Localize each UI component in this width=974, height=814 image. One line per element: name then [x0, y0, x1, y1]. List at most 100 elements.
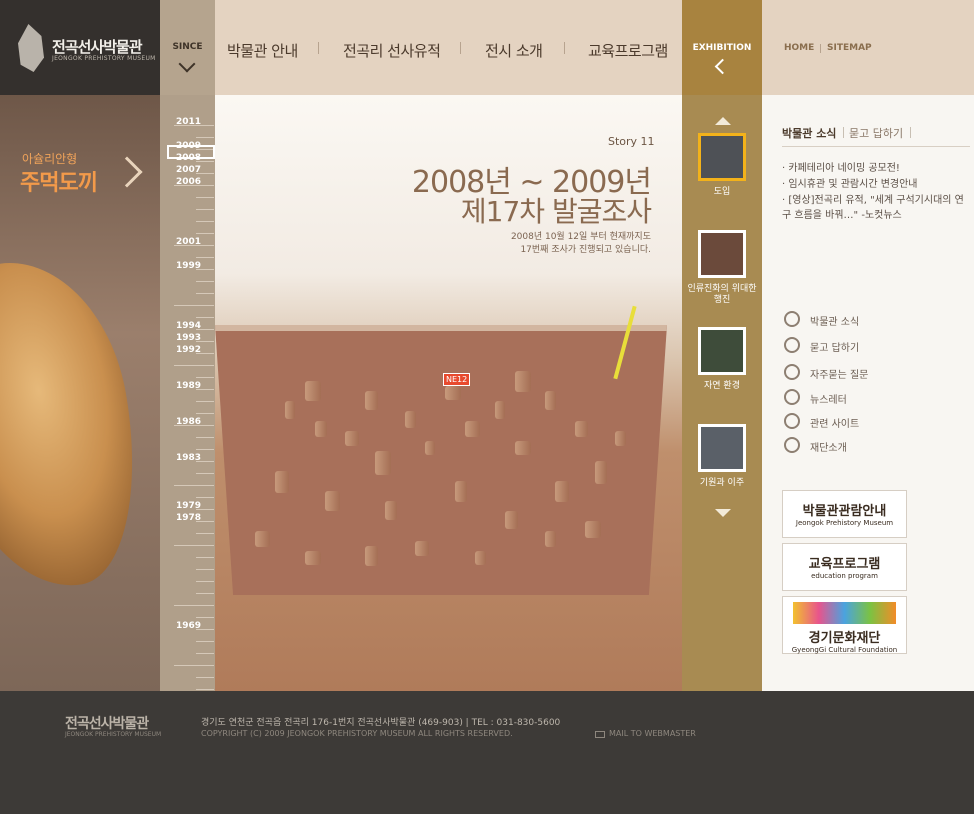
excavated-post — [405, 411, 416, 428]
exhibition-thumb[interactable] — [698, 424, 746, 472]
chevron-right-icon[interactable] — [111, 156, 143, 188]
tab-qa[interactable]: 묻고 답하기 — [849, 125, 903, 141]
excavated-post — [555, 481, 569, 502]
timeline-tick — [196, 401, 214, 402]
timeline-tick — [196, 557, 214, 558]
news-item[interactable]: · 카페테리아 네이밍 공모전! — [782, 161, 968, 176]
timeline-year[interactable]: 2006 — [176, 177, 201, 187]
timeline-year[interactable]: 1992 — [176, 345, 201, 355]
util-divider — [820, 44, 821, 53]
banner-title: 경기문화재단 — [808, 631, 881, 646]
browser-icon — [784, 413, 800, 429]
main-nav: 박물관 안내 전곡리 선사유적 전시 소개 교육프로그램 — [215, 0, 682, 95]
timeline-year[interactable]: 1999 — [176, 261, 201, 271]
news-text[interactable]: 카페테리아 네이밍 공모전! — [788, 163, 900, 174]
timeline-year[interactable]: 2011 — [176, 117, 201, 127]
excavated-post — [575, 421, 588, 437]
quick-link[interactable]: 뉴스레터 — [810, 391, 847, 406]
promo-banner[interactable]: 경기문화재단 GyeongGi Cultural Foundation — [782, 596, 907, 654]
timeline-year[interactable]: 1994 — [176, 321, 201, 331]
nav-divider — [460, 42, 461, 54]
news-item[interactable]: · [영상]전곡리 유적, "세계 구석기시대의 연구 흐름을 바꿔…" -노컷… — [782, 193, 968, 223]
excavated-post — [545, 531, 556, 547]
timeline-tick — [196, 317, 214, 318]
nav-exhibition[interactable]: 전시 소개 — [485, 40, 543, 61]
timeline-tick — [174, 545, 214, 546]
banner-title: 박물관관람안내 — [802, 504, 887, 519]
exhibition-label[interactable]: 인류진화의 위대한 행진 — [687, 284, 757, 306]
news-text[interactable]: [영상]전곡리 유적, "세계 구석기시대의 연구 흐름을 바꿔…" -노컷뉴스 — [782, 195, 964, 221]
building-icon — [784, 437, 800, 453]
exhibition-thumb[interactable] — [698, 230, 746, 278]
excavation-pit-image — [215, 325, 667, 595]
banner-title: 교육프로그램 — [808, 557, 881, 572]
since-label: SINCE — [172, 42, 203, 52]
excavated-post — [285, 401, 295, 419]
quick-link[interactable]: 묻고 답하기 — [810, 339, 859, 354]
timeline-year[interactable]: 1986 — [176, 417, 201, 427]
timeline-tick — [196, 569, 214, 570]
timeline-tick — [196, 677, 214, 678]
excavated-post — [515, 371, 531, 392]
excavated-post — [305, 381, 321, 401]
news-item[interactable]: · 임시휴관 및 관람시간 변경안내 — [782, 177, 968, 192]
quick-link[interactable]: 관련 사이트 — [810, 415, 859, 430]
tab-divider — [910, 127, 911, 138]
exhibition-thumb[interactable] — [698, 327, 746, 375]
story-title-line2: 제17차 발굴조사 — [460, 195, 652, 228]
grid-tag: NE12 — [443, 373, 471, 386]
exhibition-label[interactable]: 도입 — [687, 187, 757, 198]
story-description: 2008년 10월 12일 부터 현재까지도 17번째 조사가 진행되고 있습니… — [415, 231, 651, 257]
excavated-post — [425, 441, 435, 455]
scroll-up-arrow-icon[interactable] — [715, 117, 731, 125]
excavated-post — [495, 401, 505, 419]
artifact-title[interactable]: 주먹도끼 — [20, 165, 98, 197]
nav-prehistoric-site[interactable]: 전곡리 선사유적 — [343, 40, 441, 61]
quick-link[interactable]: 자주묻는 질문 — [810, 366, 868, 381]
chevron-down-icon — [178, 55, 196, 73]
tab-museum-news[interactable]: 박물관 소식 — [782, 125, 836, 141]
timeline-tick — [196, 137, 214, 138]
excavated-post — [315, 421, 327, 437]
scroll-down-arrow-icon[interactable] — [715, 509, 731, 517]
nav-education[interactable]: 교육프로그램 — [588, 40, 668, 61]
timeline-year[interactable]: 1978 — [176, 513, 201, 523]
logo-title: 전곡선사박물관 — [52, 38, 143, 56]
timeline-year[interactable]: 2007 — [176, 165, 201, 175]
exhibition-thumb[interactable] — [698, 133, 746, 181]
utility-links: HOME SITEMAP — [762, 0, 974, 95]
excavated-post — [365, 391, 378, 410]
sitemap-link[interactable]: SITEMAP — [827, 43, 872, 53]
mail-icon — [595, 731, 605, 738]
sidebar: 박물관 소식 묻고 답하기 · 카페테리아 네이밍 공모전! · 임시휴관 및 관… — [762, 95, 974, 691]
timeline-year[interactable]: 1969 — [176, 621, 201, 631]
quick-link[interactable]: 박물관 소식 — [810, 313, 859, 328]
nav-divider — [318, 42, 319, 54]
timeline-year[interactable]: 1989 — [176, 381, 201, 391]
since-toggle[interactable]: SINCE — [160, 0, 215, 95]
timeline-tick — [196, 197, 214, 198]
home-link[interactable]: HOME — [784, 43, 814, 53]
exhibition-label[interactable]: 자연 환경 — [687, 381, 757, 392]
footer-logo-en: JEONGOK PREHISTORY MUSEUM — [65, 731, 162, 738]
exhibition-toggle[interactable]: EXHIBITION — [682, 0, 762, 95]
quick-link[interactable]: 재단소개 — [810, 439, 847, 454]
timeline-tick — [196, 293, 214, 294]
mail-webmaster-link[interactable]: MAIL TO WEBMASTER — [609, 729, 696, 738]
timeline-year[interactable]: 1979 — [176, 501, 201, 511]
timeline-tick — [174, 665, 214, 666]
excavated-post — [255, 531, 270, 547]
nav-museum-info[interactable]: 박물관 안내 — [227, 40, 298, 61]
timeline-tick — [196, 689, 214, 690]
news-text[interactable]: 임시휴관 및 관람시간 변경안내 — [788, 179, 917, 190]
timeline-tick — [196, 233, 214, 234]
excavated-post — [375, 451, 391, 475]
site-logo[interactable]: 전곡선사박물관 JEONGOK PREHISTORY MUSEUM — [0, 0, 160, 95]
timeline-tick — [196, 653, 214, 654]
promo-banner[interactable]: 박물관관람안내 Jeongok Prehistory Museum — [782, 490, 907, 538]
timeline-year[interactable]: 2001 — [176, 237, 201, 247]
exhibition-label[interactable]: 기원과 이주 — [687, 478, 757, 489]
timeline-year[interactable]: 1993 — [176, 333, 201, 343]
timeline-year[interactable]: 1983 — [176, 453, 201, 463]
promo-banner[interactable]: 교육프로그램 education program — [782, 543, 907, 591]
